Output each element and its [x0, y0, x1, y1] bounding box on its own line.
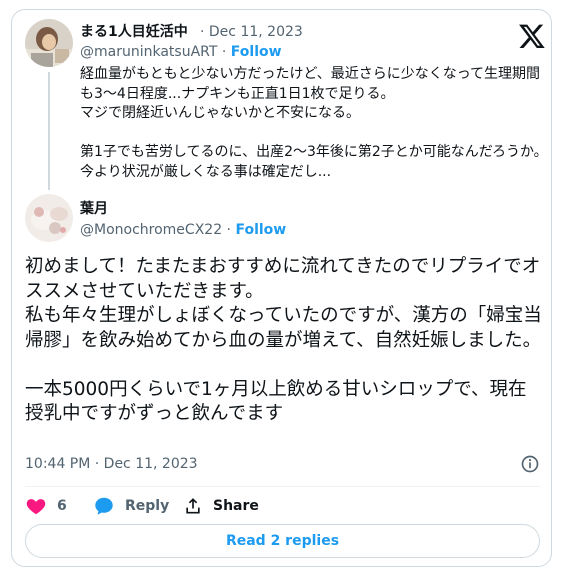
quoted-post-text: 経血量がもともと少ない方だったけど、最近さらに少なくなって生理期間も3〜4日程度…	[80, 66, 548, 180]
info-icon[interactable]	[520, 454, 540, 474]
like-button[interactable]: 6	[25, 494, 67, 518]
read-replies-button[interactable]: Read 2 replies	[25, 524, 540, 558]
quoted-handle-row: @maruninkatsuART · Follow	[80, 43, 282, 61]
heart-icon	[26, 499, 46, 515]
quoted-author-handle[interactable]: @maruninkatsuART	[80, 44, 217, 60]
quoted-post-date[interactable]: · Dec 11, 2023	[200, 23, 303, 41]
reply-author-avatar[interactable]	[25, 194, 73, 242]
reply-post-text: 初めまして！たまたまおすすめに流れてきたのでリプライでオススメさせていただきます…	[25, 256, 542, 424]
post-timestamp[interactable]: 10:44 PM · Dec 11, 2023	[25, 456, 198, 472]
quoted-date-text: Dec 11, 2023	[208, 24, 303, 40]
like-count: 6	[57, 498, 67, 514]
follow-separator: ·	[217, 44, 231, 60]
reply-handle-row: @MonochromeCX22 · Follow	[80, 221, 286, 239]
quoted-author-name[interactable]: まる1人目妊活中	[80, 23, 188, 41]
divider	[25, 486, 540, 487]
thread-connector-line	[48, 72, 50, 190]
reply-button[interactable]: Reply	[93, 494, 169, 518]
reply-label: Reply	[125, 498, 170, 514]
embedded-post-card: まる1人目妊活中 · Dec 11, 2023 @maruninkatsuART…	[11, 9, 552, 567]
x-logo-icon[interactable]	[518, 22, 546, 50]
reply-follow-button[interactable]: Follow	[235, 222, 286, 238]
reply-bubble-icon	[95, 497, 113, 515]
quoted-follow-button[interactable]: Follow	[231, 44, 282, 60]
follow-separator: ·	[222, 222, 236, 238]
reply-author-name[interactable]: 葉月	[80, 200, 108, 218]
reply-author-handle[interactable]: @MonochromeCX22	[80, 222, 222, 238]
quoted-author-avatar[interactable]	[25, 19, 73, 67]
share-icon	[186, 498, 200, 514]
share-button[interactable]: Share	[183, 494, 259, 518]
share-label: Share	[213, 498, 259, 514]
date-separator: ·	[200, 24, 209, 40]
